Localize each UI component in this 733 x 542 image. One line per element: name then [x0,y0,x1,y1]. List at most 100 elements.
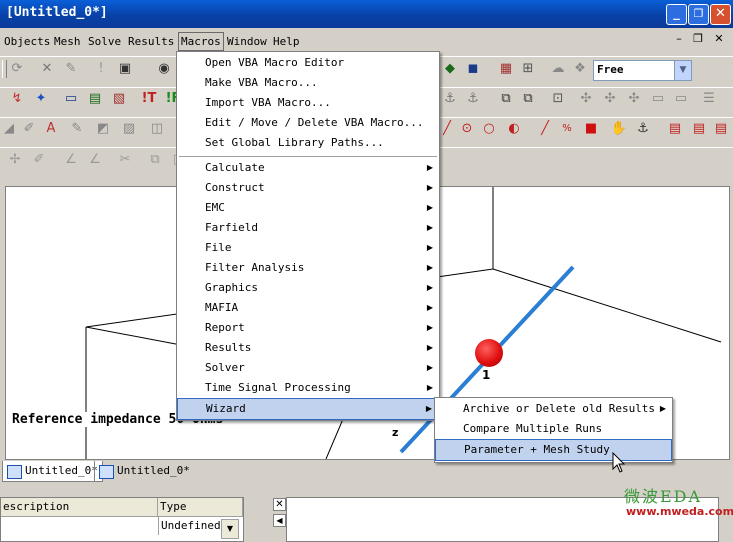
list-icon[interactable]: ☰ [700,90,718,108]
close-button[interactable]: ✕ [710,4,731,25]
circle-icon[interactable]: ○ [480,120,498,138]
axes2-icon[interactable]: ✣ [601,90,619,108]
menu-item-time-signal[interactable]: Time Signal Processing ▶ [177,378,439,398]
monitor-icon[interactable]: ▭ [62,90,80,108]
axes3-icon[interactable]: ✣ [625,90,643,108]
menu-solve[interactable]: Solve [86,33,123,50]
type-dropdown-icon[interactable]: ▼ [221,519,239,539]
chevron-down-icon[interactable]: ▼ [674,61,691,80]
minimize-button[interactable]: _ [666,4,687,25]
tool-icon[interactable]: ✐ [30,151,48,169]
alert-icon[interactable]: ! [92,60,110,78]
arc-icon[interactable]: ◐ [505,120,523,138]
toolbar-grip[interactable] [2,60,7,78]
collapse-pane-icon[interactable]: ◀ [273,514,286,527]
shape-icon[interactable]: ◼ [464,60,482,78]
menu-item-mafia[interactable]: MAFIA ▶ [177,298,439,318]
menu-item-make-vba-macro[interactable]: Make VBA Macro... [177,73,439,93]
menu-item-filter-analysis[interactable]: Filter Analysis ▶ [177,258,439,278]
tab-untitled-active[interactable]: Untitled_0* [2,461,103,482]
menu-item-edit-vba-macro[interactable]: Edit / Move / Delete VBA Macro... [177,113,439,133]
mdi-close-button[interactable]: ✕ [712,32,726,46]
curve-icon[interactable]: A [42,120,60,138]
restore-button[interactable]: ❐ [688,4,709,25]
probe-icon[interactable]: ✦ [32,90,50,108]
menu-item-emc[interactable]: EMC ▶ [177,198,439,218]
menu-mesh[interactable]: Mesh [52,33,83,50]
view-icon[interactable]: ◉ [155,60,173,78]
solver-t-icon[interactable]: !T [140,90,158,108]
group-icon[interactable]: ❖ [571,60,589,78]
extrude-icon[interactable]: ▨ [120,120,138,138]
cut-icon[interactable]: ✂ [116,151,134,169]
type-cell[interactable]: Undefined [158,517,221,535]
menu-item-import-vba-macro[interactable]: Import VBA Macro... [177,93,439,113]
mdi-minimize-button[interactable]: – [672,32,686,46]
mdi-restore-button[interactable]: ❐ [691,32,705,46]
menu-item-library-paths[interactable]: Set Global Library Paths... [177,133,439,153]
menu-item-construct[interactable]: Construct ▶ [177,178,439,198]
column-header-type[interactable]: Type [158,498,243,517]
menu-item-file[interactable]: File ▶ [177,238,439,258]
shape-a-icon[interactable]: ◢ [0,120,18,138]
column-header-description[interactable]: escription [1,498,158,517]
tab-untitled[interactable]: Untitled_0* [94,461,194,481]
menu-objects[interactable]: Objects [2,33,52,50]
angle-icon[interactable]: ∠ [62,151,80,169]
doc-icon[interactable]: ▤ [666,120,684,138]
loft-icon[interactable]: ◩ [94,120,112,138]
anchor-icon[interactable]: ⚓ [441,90,459,108]
doc2-icon[interactable]: ▤ [690,120,708,138]
mode-select[interactable]: Free ▼ [593,60,692,81]
pick-icon[interactable]: ✎ [62,60,80,78]
menu-item-parameter-mesh-study[interactable]: Parameter + Mesh Study [435,439,672,461]
sweep-icon[interactable]: ✎ [68,120,86,138]
close-pane-icon[interactable]: ✕ [273,498,286,511]
rotate-icon[interactable]: ✢ [6,151,24,169]
cloud-icon[interactable]: ☁ [549,60,567,78]
menu-item-compare-runs[interactable]: Compare Multiple Runs [435,419,672,439]
menu-item-report[interactable]: Report ▶ [177,318,439,338]
menu-window[interactable]: Window [225,33,269,50]
axes-icon[interactable]: ✣ [577,90,595,108]
port-marker[interactable] [475,339,503,367]
menu-item-open-vba-editor[interactable]: Open VBA Macro Editor [177,53,439,73]
menu-item-results[interactable]: Results ▶ [177,338,439,358]
line-icon[interactable]: ╱ [438,120,456,138]
slash-icon[interactable]: ╱ [536,120,554,138]
doc3-icon[interactable]: ▤ [712,120,730,138]
cube2-icon[interactable]: ⧉ [519,90,537,108]
menu-item-farfield[interactable]: Farfield ▶ [177,218,439,238]
tree-icon[interactable]: ⊡ [549,90,567,108]
square-icon[interactable]: ■ [582,120,600,138]
menu-item-archive-results[interactable]: Archive or Delete old Results ▶ [435,399,672,419]
result-icon[interactable]: ▧ [110,90,128,108]
hand-icon[interactable]: ✋ [610,120,628,138]
copy-icon[interactable]: ⧉ [146,151,164,169]
menu-item-calculate[interactable]: Calculate ▶ [177,158,439,178]
transform-icon[interactable]: ▦ [497,60,515,78]
brick-icon[interactable]: ◆ [441,60,459,78]
menu-item-wizard[interactable]: Wizard ▶ [177,398,439,420]
menu-item-solver[interactable]: Solver ▶ [177,358,439,378]
refresh-icon[interactable]: ⟳ [8,60,26,78]
rect2-icon[interactable]: ▭ [672,90,690,108]
plot-icon[interactable]: ▤ [86,90,104,108]
cube-icon[interactable]: ⧉ [497,90,515,108]
rect-icon[interactable]: ▭ [649,90,667,108]
bend-icon[interactable]: ✐ [20,120,38,138]
menu-results[interactable]: Results [126,33,176,50]
port-icon[interactable]: ↯ [8,90,26,108]
anchor2-icon[interactable]: ⚓ [464,90,482,108]
point-icon[interactable]: ⊙ [458,120,476,138]
pick-percent-icon[interactable]: % [558,120,576,138]
menu-help[interactable]: Help [271,33,302,50]
angle2-icon[interactable]: ∠ [86,151,104,169]
select-icon[interactable]: ▣ [116,60,134,78]
boolean-icon[interactable]: ◫ [148,120,166,138]
menu-item-graphics[interactable]: Graphics ▶ [177,278,439,298]
delete-icon[interactable]: ✕ [38,60,56,78]
anchor3-icon[interactable]: ⚓ [634,120,652,138]
menu-macros[interactable]: Macros [178,32,224,51]
align-icon[interactable]: ⊞ [519,60,537,78]
